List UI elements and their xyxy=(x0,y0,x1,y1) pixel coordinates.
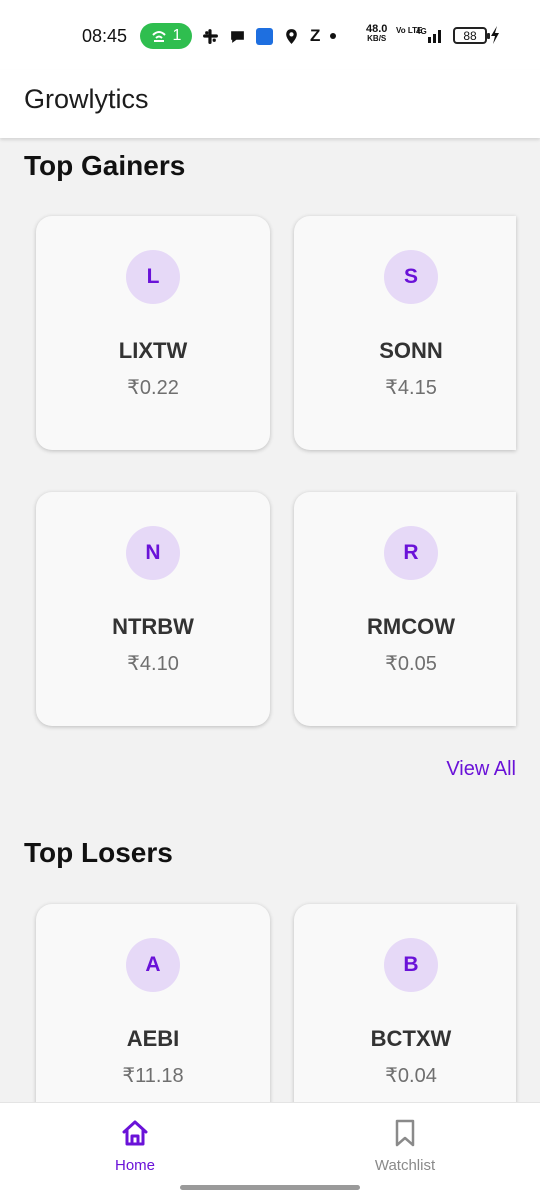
stock-ticker: RMCOW xyxy=(367,614,455,639)
hotspot-indicator: 1 xyxy=(140,23,192,49)
stock-card-gainer-1[interactable]: L LIXTW ₹0.22 xyxy=(36,216,270,450)
network-speed: 48.0 KB/S xyxy=(366,24,387,44)
stock-card-gainer-2[interactable]: S SONN ₹4.15 xyxy=(294,216,516,450)
nav-home-label: Home xyxy=(114,1157,155,1174)
stock-ticker: NTRBW xyxy=(112,614,194,639)
stock-avatar: B xyxy=(384,938,438,992)
home-indicator-bar[interactable] xyxy=(180,1185,360,1190)
nav-home[interactable]: Home xyxy=(65,1117,205,1174)
slack-icon xyxy=(203,28,218,44)
stock-card-gainer-4[interactable]: R RMCOW ₹0.05 xyxy=(294,492,516,726)
notification-icons: Z xyxy=(202,26,337,46)
stock-ticker: SONN xyxy=(379,338,443,363)
stock-price: ₹4.10 xyxy=(127,653,179,675)
stock-price: ₹0.05 xyxy=(385,653,437,675)
bookmark-icon xyxy=(395,1119,415,1147)
status-bar: 08:45 1 Z 48.0 KB/S Vo LTE 4G 88 xyxy=(0,0,540,70)
view-all-gainers-link[interactable]: View All xyxy=(446,758,516,781)
app-bar: Growlytics xyxy=(0,70,540,138)
app-title: Growlytics xyxy=(24,84,149,114)
hotspot-icon xyxy=(151,31,166,42)
status-time: 08:45 xyxy=(82,26,128,46)
home-icon xyxy=(122,1120,148,1146)
stock-avatar: R xyxy=(384,526,438,580)
location-icon xyxy=(286,28,297,44)
nav-watchlist[interactable]: Watchlist xyxy=(335,1117,475,1174)
stock-ticker: BCTXW xyxy=(370,1026,452,1051)
app-notification-icon xyxy=(256,27,273,45)
more-notifications-dot xyxy=(330,33,337,39)
top-gainers-title: Top Gainers xyxy=(24,150,186,181)
stock-price: ₹0.22 xyxy=(127,377,179,399)
stock-avatar: L xyxy=(126,250,180,304)
hotspot-count: 1 xyxy=(172,27,182,44)
nav-watchlist-label: Watchlist xyxy=(374,1157,436,1174)
stock-card-gainer-3[interactable]: N NTRBW ₹4.10 xyxy=(36,492,270,726)
charging-icon xyxy=(491,26,499,44)
network-speed-unit: KB/S xyxy=(367,34,387,43)
stock-ticker: AEBI xyxy=(126,1026,180,1051)
chat-icon xyxy=(231,30,244,43)
z-app-icon: Z xyxy=(310,26,321,45)
stock-ticker: LIXTW xyxy=(118,338,188,363)
signal-icon: 4G xyxy=(416,27,441,43)
stock-price: ₹11.18 xyxy=(122,1065,184,1087)
stock-avatar: A xyxy=(126,938,180,992)
battery-level: 88 xyxy=(463,28,477,43)
stock-avatar: S xyxy=(384,250,438,304)
battery-icon: 88 xyxy=(453,27,490,44)
svg-text:4G: 4G xyxy=(416,27,427,36)
stock-price: ₹4.15 xyxy=(385,377,437,399)
top-losers-title: Top Losers xyxy=(24,837,173,868)
stock-price: ₹0.04 xyxy=(385,1065,437,1087)
stock-avatar: N xyxy=(126,526,180,580)
